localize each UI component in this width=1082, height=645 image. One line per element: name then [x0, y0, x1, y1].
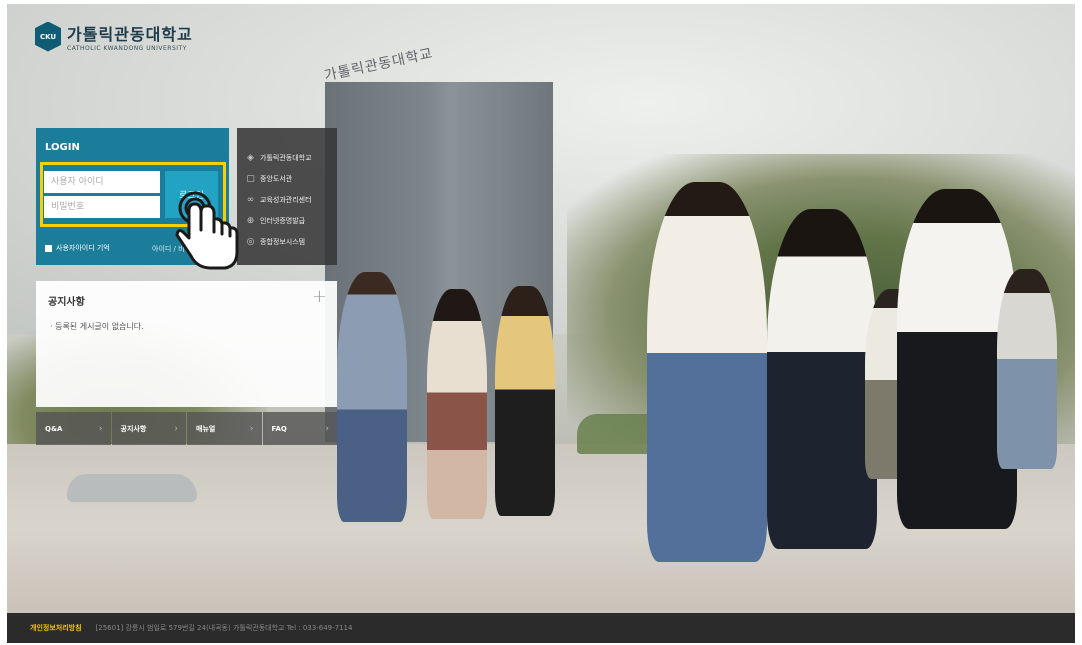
chevron-right-icon: ›: [249, 423, 254, 434]
university-logo[interactable]: CKU 가톨릭관동대학교 CATHOLIC KWANDONG UNIVERSIT…: [35, 21, 193, 52]
globe-icon: ◎: [246, 237, 255, 247]
remember-id-checkbox[interactable]: 사용자아이디 기억: [45, 243, 110, 253]
privacy-policy-link[interactable]: 개인정보처리방침: [30, 623, 82, 633]
login-title: LOGIN: [45, 142, 80, 153]
menu-faq[interactable]: FAQ ›: [262, 412, 337, 445]
notice-more-button[interactable]: +: [312, 286, 327, 307]
checkbox-icon: [45, 244, 52, 252]
notice-empty-message: · 등록된 게시글이 없습니다.: [50, 322, 144, 331]
logo-name-english: CATHOLIC KWANDONG UNIVERSITY: [67, 45, 187, 52]
logo-name-korean: 가톨릭관동대학교: [67, 25, 193, 44]
chevron-right-icon: ›: [325, 423, 329, 434]
quick-link-info-system[interactable]: ◎ 종합정보시스템: [246, 237, 306, 247]
page-frame: 가톨릭관동대학교 CKU 가톨릭관동대학교 CATHOLIC KWANDONG …: [7, 4, 1075, 643]
link-icon: ∞: [246, 195, 255, 205]
student-figure: [427, 289, 487, 519]
quick-link-label: 교육성과관리센터: [260, 196, 312, 204]
quick-link-label: 인터넷증명발급: [260, 217, 306, 225]
logo-text: 가톨릭관동대학교 CATHOLIC KWANDONG UNIVERSITY: [67, 21, 193, 52]
bottom-menu-bar: Q&A › 공지사항 › 매뉴얼 › FAQ ›: [36, 412, 337, 445]
quick-link-certificate[interactable]: ⊕ 인터넷증명발급: [246, 216, 305, 226]
menu-qna[interactable]: Q&A ›: [36, 412, 111, 445]
menu-label: FAQ: [271, 424, 287, 433]
notice-panel: 공지사항 + · 등록된 게시글이 없습니다.: [36, 281, 337, 407]
notice-title: 공지사항: [48, 297, 85, 308]
quick-link-university[interactable]: ◈ 가톨릭관동대학교: [246, 153, 312, 163]
student-figure: [337, 272, 407, 522]
quick-link-education-center[interactable]: ∞ 교육성과관리센터: [246, 195, 312, 205]
student-figure: [495, 286, 555, 516]
menu-notice[interactable]: 공지사항 ›: [111, 412, 186, 445]
footer: 개인정보처리방침 [25601] 강릉시 범일로 579번길 24(내곡동) 가…: [7, 613, 1075, 643]
chevron-right-icon: ›: [98, 423, 103, 434]
chevron-right-icon: ›: [174, 423, 178, 434]
menu-label: Q&A: [45, 424, 63, 433]
menu-manual[interactable]: 매뉴얼 ›: [187, 412, 262, 445]
menu-label: 공지사항: [120, 424, 147, 433]
menu-label: 매뉴얼: [196, 424, 216, 433]
crosshair-icon: ⊕: [246, 216, 255, 226]
student-figure: [997, 269, 1057, 469]
student-figure: [767, 209, 877, 549]
layers-icon: ◈: [247, 153, 254, 163]
background-car: [67, 474, 197, 502]
quick-links-panel: ◈ 가톨릭관동대학교 ▢ 중앙도서관 ∞ 교육성과관리센터 ⊕ 인터넷증명발급 …: [237, 128, 337, 265]
student-figure: [647, 182, 767, 562]
pointing-hand-icon: [175, 191, 239, 270]
quick-link-label: 종합정보시스템: [260, 238, 306, 246]
footer-address: [25601] 강릉시 범일로 579번길 24(내곡동) 가톨릭관동대학교 T…: [95, 624, 353, 632]
logo-emblem-icon: CKU: [35, 21, 61, 52]
remember-id-label: 사용자아이디 기억: [56, 244, 110, 252]
quick-link-library[interactable]: ▢ 중앙도서관: [246, 174, 292, 184]
quick-link-label: 가톨릭관동대학교: [260, 154, 312, 162]
book-icon: ▢: [246, 174, 255, 184]
quick-link-label: 중앙도서관: [260, 175, 293, 183]
